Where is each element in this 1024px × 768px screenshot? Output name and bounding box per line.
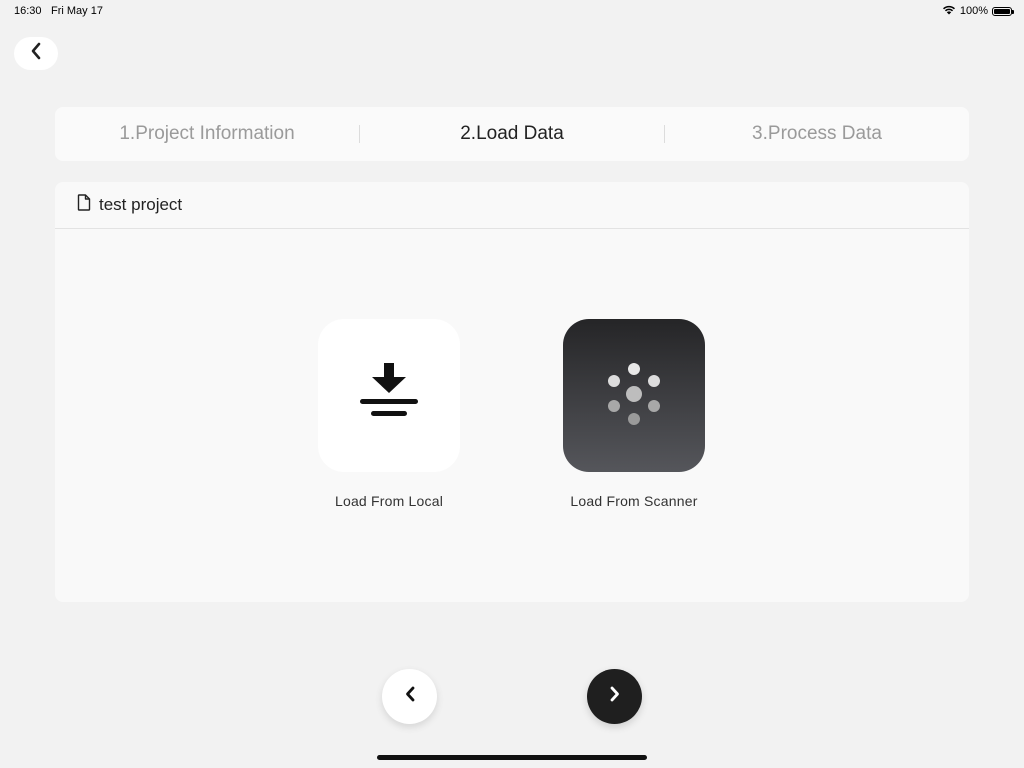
load-from-local-button[interactable]: [318, 319, 460, 472]
next-step-button[interactable]: [587, 669, 642, 724]
status-time: 16:30: [14, 5, 42, 17]
load-from-scanner-label: Load From Scanner: [570, 493, 698, 509]
document-icon: [77, 194, 91, 216]
status-date: Fri May 17: [51, 5, 103, 17]
step-load-data[interactable]: 2.Load Data: [360, 123, 664, 145]
step-indicator: 1.Project Information 2.Load Data 3.Proc…: [55, 107, 969, 161]
project-name: test project: [99, 195, 183, 214]
step-project-information[interactable]: 1.Project Information: [55, 123, 359, 145]
status-right: 100%: [942, 4, 1014, 18]
card-header: test project: [55, 182, 969, 229]
load-data-card: test project Load From Local Load From S…: [55, 182, 969, 602]
load-from-local-label: Load From Local: [334, 493, 444, 509]
previous-step-button[interactable]: [382, 669, 437, 724]
chevron-left-icon: [30, 42, 42, 65]
scanner-dots-icon: [604, 361, 664, 430]
status-bar: 16:30 Fri May 17 100%: [0, 0, 1024, 22]
wifi-icon: [942, 4, 956, 18]
load-from-scanner-button[interactable]: [563, 319, 705, 472]
battery-percent: 100%: [959, 5, 988, 17]
chevron-left-icon: [404, 685, 416, 708]
download-icon: [359, 361, 419, 430]
chevron-right-icon: [609, 685, 621, 708]
step-process-data[interactable]: 3.Process Data: [665, 123, 969, 145]
battery-icon: [992, 6, 1014, 16]
home-indicator[interactable]: [377, 755, 647, 760]
back-button[interactable]: [14, 37, 58, 70]
